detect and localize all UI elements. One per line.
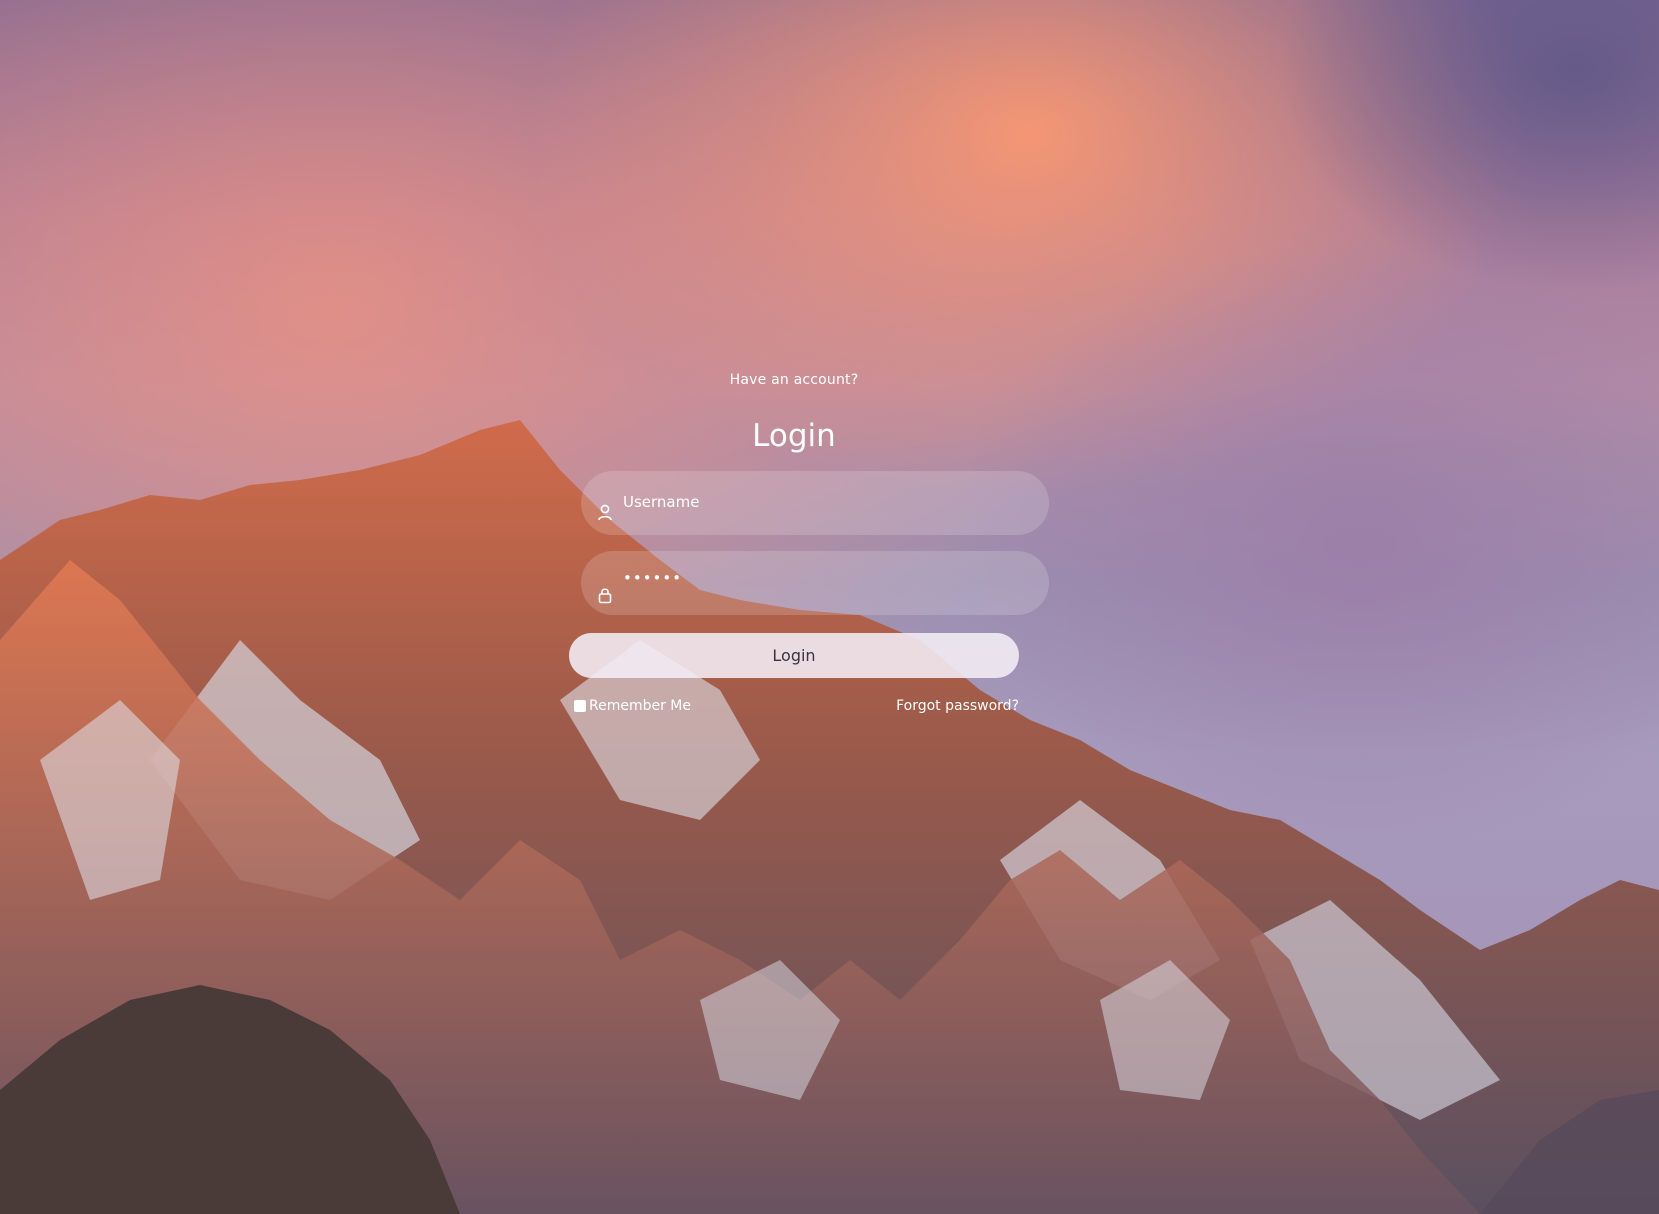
user-icon — [597, 504, 613, 522]
username-input[interactable]: Username — [581, 471, 1049, 535]
remember-me-checkbox[interactable] — [574, 700, 586, 712]
forgot-password-link[interactable]: Forgot password? — [896, 698, 1019, 714]
login-options: Remember Me Forgot password? — [574, 698, 1019, 718]
login-subtitle: Have an account? — [729, 372, 859, 388]
password-value: •••••• — [623, 569, 683, 587]
login-button[interactable]: Login — [569, 633, 1019, 678]
remember-me-label: Remember Me — [589, 698, 691, 714]
password-input[interactable]: •••••• — [581, 551, 1049, 615]
background-scene: Have an account? Login Username •••••• L… — [0, 0, 1659, 1214]
lock-icon — [597, 586, 613, 604]
remember-me[interactable]: Remember Me — [574, 698, 691, 714]
username-placeholder: Username — [623, 493, 700, 511]
login-title: Login — [752, 418, 836, 454]
